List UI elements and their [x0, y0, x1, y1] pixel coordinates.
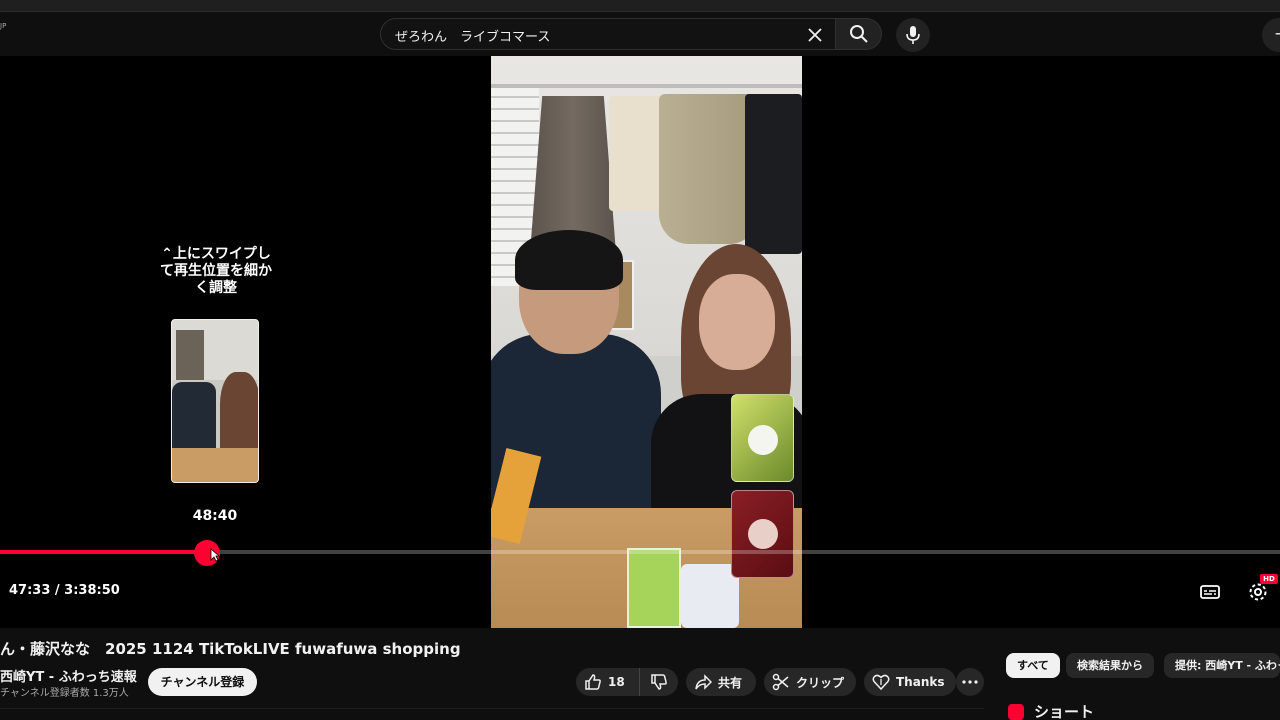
more-horizontal-icon	[962, 680, 978, 684]
like-dislike-group: 18	[576, 668, 678, 696]
dislike-button[interactable]	[640, 668, 678, 696]
seek-preview-thumbnail	[171, 319, 259, 483]
create-button[interactable]: +	[1262, 18, 1280, 52]
subscriber-count: チャンネル登録者数 1.3万人	[0, 688, 129, 699]
share-label: 共有	[718, 675, 743, 690]
filter-chip-all[interactable]: すべて	[1006, 653, 1060, 678]
scene-woman	[651, 244, 802, 534]
scene-man-hair	[515, 230, 623, 290]
video-title: ん・藤沢なな 2025 1124 TikTokLIVE fuwafuwa sho…	[0, 640, 461, 658]
scissors-icon	[772, 673, 789, 691]
share-icon	[695, 674, 712, 690]
thumbs-down-icon	[651, 674, 667, 690]
scene-rail	[491, 84, 802, 88]
avatar	[748, 519, 778, 549]
search-input[interactable]: ぜろわん ライブコマース	[395, 26, 550, 45]
shorts-icon	[1008, 704, 1024, 720]
heart-dollar-icon	[872, 674, 890, 691]
clear-search-button[interactable]	[803, 23, 827, 47]
browser-tab-strip	[0, 0, 1280, 12]
progress-bar[interactable]	[0, 550, 1280, 554]
live-guest-tile	[731, 490, 794, 578]
clip-button[interactable]: クリップ	[764, 668, 856, 696]
scene-pants	[659, 94, 759, 244]
live-gift-tile	[731, 394, 794, 482]
plus-icon: +	[1274, 24, 1280, 43]
search-button[interactable]	[836, 18, 882, 50]
thumb-table	[172, 448, 258, 482]
voice-search-button[interactable]	[896, 18, 930, 52]
description-box-edge	[0, 708, 984, 720]
masthead: JP ぜろわん ライブコマース +	[0, 12, 1280, 56]
filter-chip-related[interactable]: 検索結果から	[1066, 653, 1154, 678]
scene-woman-head	[699, 274, 775, 370]
thumb-woman	[220, 372, 258, 452]
subscribe-button[interactable]: チャンネル登録	[148, 668, 257, 696]
thanks-button[interactable]: Thanks	[864, 668, 956, 696]
hd-badge: HD	[1260, 574, 1278, 584]
thumb-man	[172, 382, 216, 452]
video-player[interactable]: ⌃上にスワイプして再生位置を細かく調整 48:40 47:33 / 3:38:5…	[0, 56, 1280, 628]
clip-label: クリップ	[796, 675, 845, 690]
logo-region-code: JP	[0, 22, 7, 30]
shorts-section-title: ショート	[1034, 703, 1095, 720]
seek-hint: ⌃上にスワイプして再生位置を細かく調整	[160, 246, 272, 296]
mouse-cursor-icon	[210, 548, 220, 562]
avatar	[748, 425, 778, 455]
thumb-garment	[176, 330, 204, 380]
captions-icon	[1200, 585, 1220, 599]
filter-chip-channel[interactable]: 提供: 西崎YT - ふわっち速報	[1164, 653, 1280, 678]
seek-preview-time: 48:40	[192, 508, 238, 524]
channel-name[interactable]: 西崎YT - ふわっち速報	[0, 666, 137, 685]
share-button[interactable]: 共有	[686, 668, 756, 696]
search-icon	[849, 25, 868, 43]
time-display: 47:33 / 3:38:50	[9, 583, 120, 598]
close-icon	[808, 28, 822, 42]
like-count: 18	[608, 675, 625, 689]
scene-black-garment	[745, 94, 802, 254]
scene-juice-carton	[627, 548, 681, 628]
progress-played	[0, 550, 208, 554]
more-actions-button[interactable]	[956, 668, 984, 696]
thumbs-up-icon	[585, 674, 601, 690]
like-button[interactable]: 18	[576, 668, 640, 696]
video-frame	[491, 56, 802, 628]
thanks-label: Thanks	[896, 675, 945, 689]
search-box[interactable]: ぜろわん ライブコマース	[380, 18, 836, 50]
subtitles-button[interactable]	[1198, 580, 1222, 604]
microphone-icon	[906, 26, 920, 44]
